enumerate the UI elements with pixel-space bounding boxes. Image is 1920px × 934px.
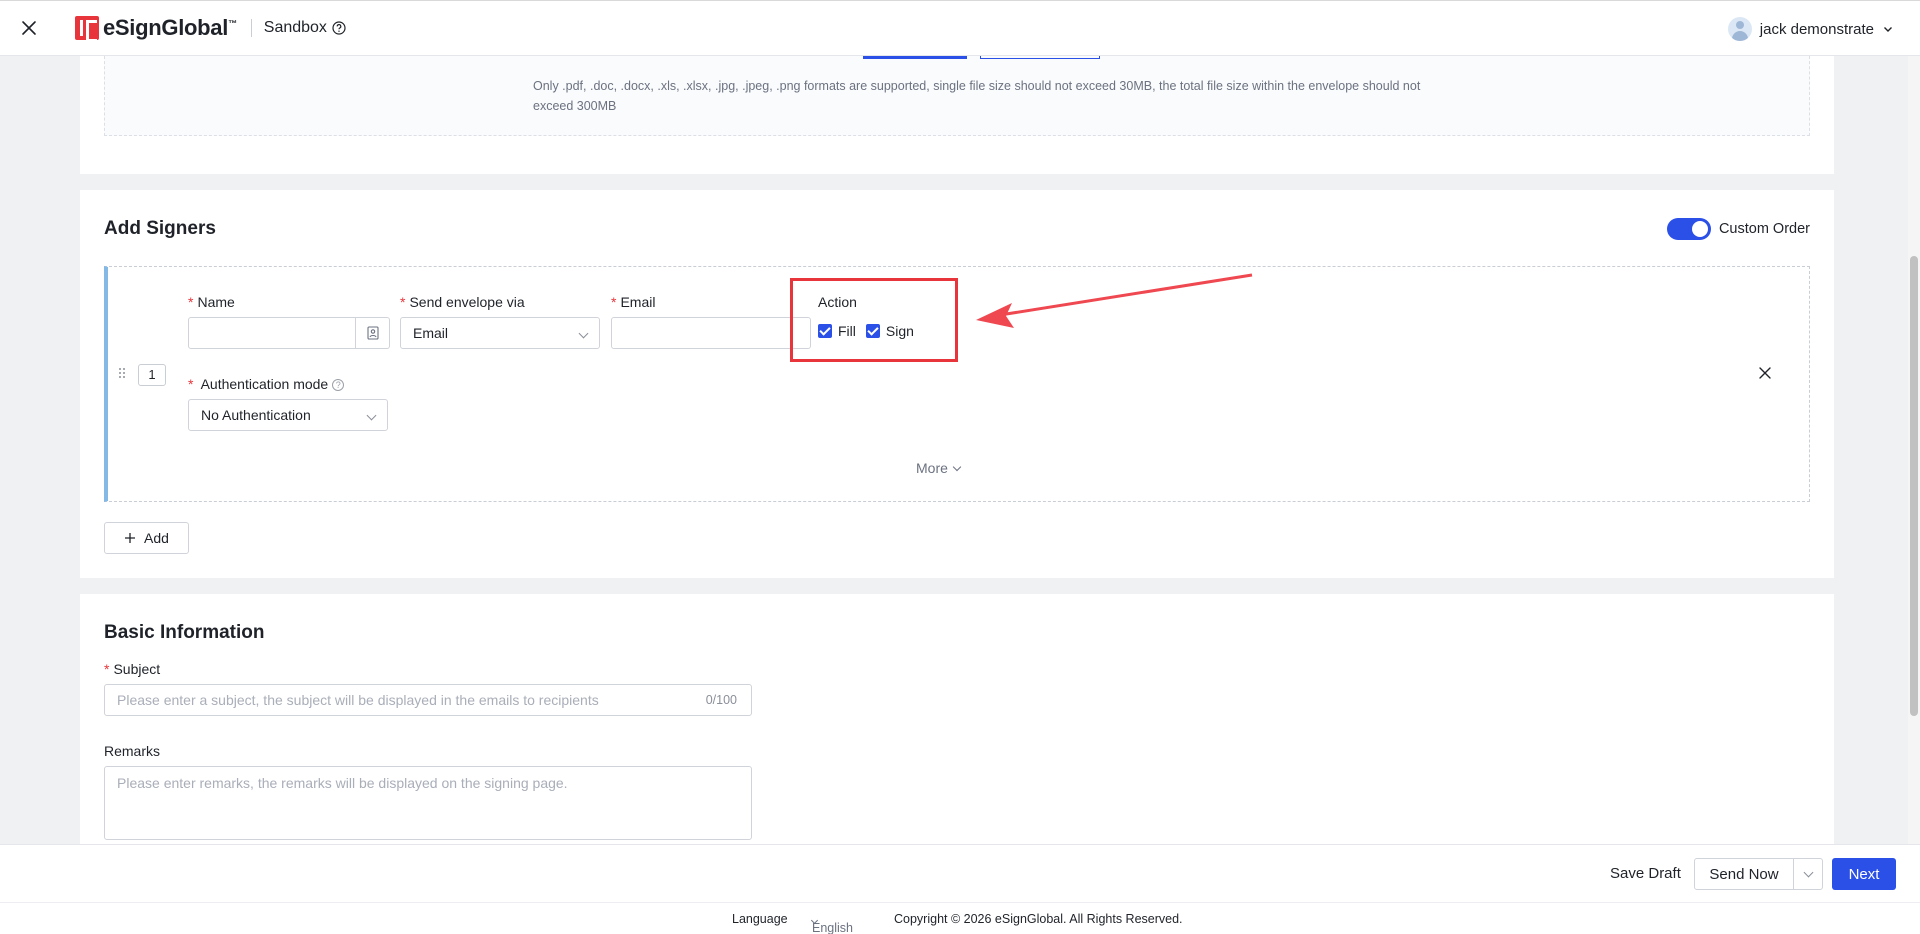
action-fill-checkbox[interactable]: Fill — [818, 323, 856, 339]
checkbox-checked-icon[interactable] — [818, 324, 832, 338]
action-sign-checkbox[interactable]: Sign — [865, 323, 914, 339]
language-label: Language — [732, 912, 788, 926]
scrollbar-thumb[interactable] — [1910, 256, 1918, 716]
brand-mark-icon — [75, 16, 99, 42]
auth-mode-label: * Authentication mode? — [188, 376, 345, 392]
help-icon[interactable]: ? — [332, 379, 345, 391]
help-circle-icon[interactable] — [332, 21, 346, 35]
user-menu[interactable]: jack demonstrate — [1727, 17, 1894, 41]
subject-placeholder: Please enter a subject, the subject will… — [117, 692, 599, 708]
brand-name: eSignGlobal™ — [103, 15, 237, 40]
signers-section: Add Signers Custom Order 1 * Name * Send e… — [80, 190, 1834, 578]
more-options-toggle[interactable]: More — [916, 460, 962, 476]
chevron-down-icon — [578, 328, 589, 339]
name-label: * Name — [188, 294, 235, 310]
drag-handle-icon[interactable] — [118, 367, 126, 379]
copyright-text: Copyright © 2026 eSignGlobal. All Rights… — [894, 912, 1183, 926]
chevron-down-icon — [1884, 27, 1892, 32]
signer-row: 1 * Name * Send envelope via Email * Email … — [104, 266, 1810, 502]
chevron-down-icon — [1803, 867, 1814, 878]
subject-char-counter: 0/100 — [705, 693, 737, 707]
chevron-down-icon — [366, 410, 377, 421]
subject-input[interactable]: Please enter a subject, the subject will… — [104, 684, 752, 716]
send-via-label: * Send envelope via — [400, 294, 525, 310]
action-checkboxes: Fill Sign — [818, 323, 924, 339]
signers-title: Add Signers — [104, 218, 216, 239]
user-name: jack demonstrate — [1759, 20, 1874, 38]
auth-mode-select[interactable]: No Authentication — [188, 399, 388, 431]
add-signer-button[interactable]: Add — [104, 522, 189, 554]
subject-label: * Subject — [104, 661, 161, 677]
upload-format-note: Only .pdf, .doc, .docx, .xls, .xlsx, .jp… — [533, 79, 1421, 113]
environment-label: Sandbox — [264, 19, 346, 37]
upload-section: Only .pdf, .doc, .docx, .xls, .xlsx, .jp… — [80, 56, 1834, 174]
basic-info-section: Basic Information * Subject Please enter … — [80, 594, 1834, 844]
template-button[interactable] — [980, 56, 1100, 59]
checkbox-checked-icon[interactable] — [865, 324, 880, 338]
signer-order-input[interactable]: 1 — [138, 364, 166, 386]
top-bar: eSignGlobal™ Sandbox jack demonstrate — [0, 0, 1920, 56]
brand-logo: eSignGlobal™ Sandbox — [75, 15, 346, 42]
upload-dropzone[interactable]: Only .pdf, .doc, .docx, .xls, .xlsx, .jp… — [104, 56, 1810, 136]
next-button[interactable]: Next — [1832, 858, 1896, 890]
send-via-select[interactable]: Email — [400, 317, 600, 349]
header-divider — [250, 19, 252, 37]
contacts-button[interactable] — [356, 317, 390, 349]
send-now-button[interactable]: Send Now — [1694, 858, 1794, 890]
auth-mode-value: No Authentication — [201, 407, 311, 423]
action-label: Action — [818, 294, 857, 310]
contact-book-icon — [366, 326, 379, 340]
chevron-down-icon — [952, 462, 962, 471]
remarks-textarea[interactable]: Please enter remarks, the remarks will b… — [104, 766, 752, 840]
remove-signer-icon[interactable] — [1757, 365, 1773, 381]
page-scrollbar[interactable] — [1908, 56, 1920, 844]
upload-button[interactable] — [863, 56, 967, 59]
avatar — [1727, 17, 1752, 41]
close-icon[interactable] — [18, 17, 40, 39]
footer: Language English Copyright © 2026 eSignG… — [0, 902, 1920, 934]
basic-info-title: Basic Information — [104, 622, 265, 643]
email-label: * Email — [611, 294, 656, 310]
send-via-value: Email — [413, 325, 449, 341]
name-input[interactable] — [188, 317, 356, 349]
custom-order-switch[interactable] — [1666, 218, 1711, 240]
remarks-label: Remarks — [104, 743, 161, 759]
email-input[interactable] — [611, 317, 811, 349]
custom-order-label: Custom Order — [1718, 221, 1810, 237]
save-draft-button[interactable]: Save Draft — [1610, 865, 1681, 882]
custom-order-toggle[interactable]: Custom Order — [1666, 218, 1810, 240]
plus-icon — [125, 533, 136, 543]
send-options-dropdown[interactable] — [1793, 858, 1823, 890]
bottom-action-bar: Save Draft Send Now Next — [0, 844, 1920, 902]
remarks-placeholder: Please enter remarks, the remarks will b… — [117, 775, 568, 791]
